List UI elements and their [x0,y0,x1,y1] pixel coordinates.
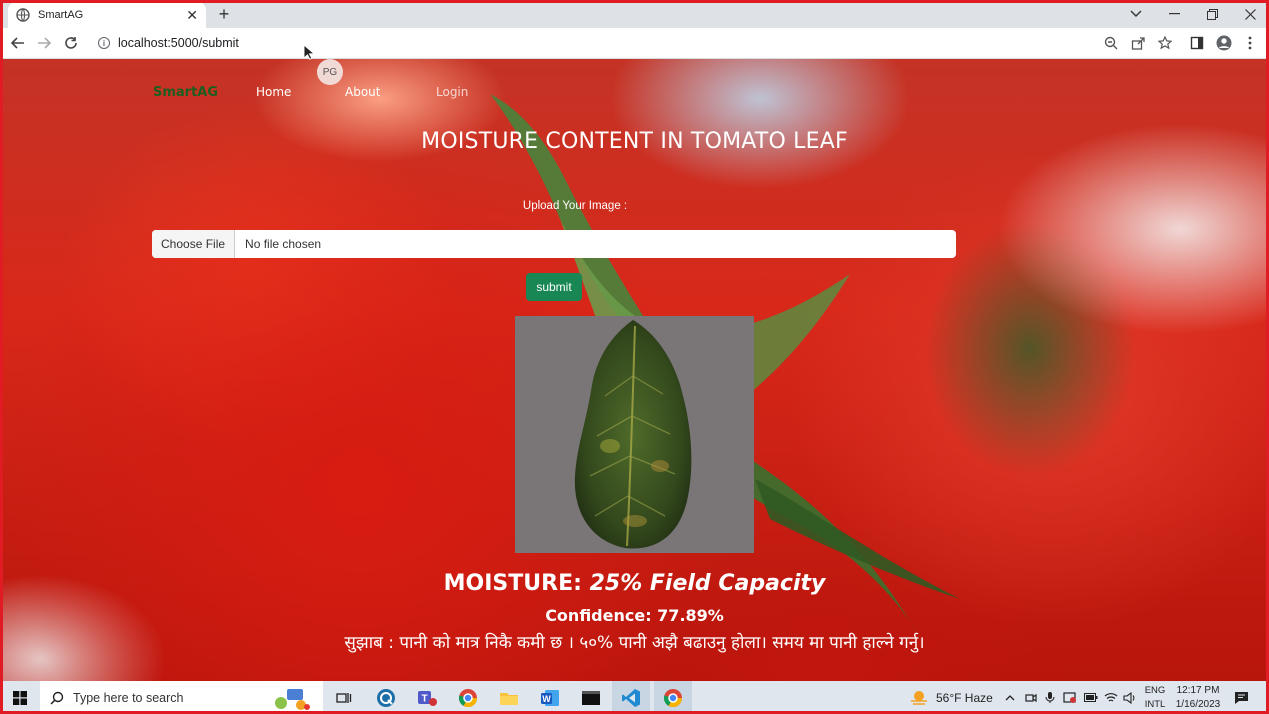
brand-logo[interactable]: SmartAG [153,85,218,100]
submit-button[interactable]: submit [526,273,582,301]
chrome-icon[interactable] [455,681,481,714]
file-input[interactable]: Choose File No file chosen [152,230,956,258]
volume-icon[interactable] [1123,681,1137,714]
nav-login[interactable]: Login [436,85,468,99]
upload-label: Upload Your Image : [522,200,628,212]
moisture-value: 25% Field Capacity [589,571,826,596]
forward-icon[interactable] [34,33,54,53]
svg-text:W: W [542,694,551,704]
lang-code: ENG [1144,685,1166,696]
browser-toolbar: i localhost:5000/submit [0,28,1269,59]
vscode-icon[interactable] [612,681,650,714]
address-bar[interactable]: i localhost:5000/submit [88,31,1098,55]
zoom-icon[interactable] [1102,34,1120,52]
close-window-button[interactable] [1231,0,1269,28]
svg-text:T: T [421,693,427,704]
show-hidden-icons-chevron-icon[interactable] [1005,681,1015,714]
windows-start-icon[interactable] [6,681,34,714]
teams-icon[interactable]: T [414,681,440,714]
weather-text: 56°F Haze [936,690,993,705]
menu-kebab-icon[interactable] [1241,34,1259,52]
clock[interactable]: 12:17 PM 1/16/2023 [1172,684,1224,712]
file-status: No file chosen [245,237,322,251]
new-tab-button[interactable]: + [214,4,234,24]
page-background: SmartAG Home About Login PG MOISTURE CON… [0,59,1269,681]
haze-sun-icon [911,690,927,705]
suggestion-text: सुझाब : पानी को मात्र निकै कमी छ । ५०% प… [344,633,925,653]
tab-title: SmartAG [38,9,84,21]
side-panel-icon[interactable] [1188,34,1206,52]
minimize-button[interactable] [1155,0,1193,28]
battery-icon[interactable] [1084,681,1098,714]
reload-icon[interactable] [61,33,81,53]
moisture-label: MOISTURE: [443,571,582,596]
confidence-text: Confidence: 77.89% [545,606,724,625]
nav-home[interactable]: Home [256,85,291,99]
chrome-active-icon[interactable] [654,681,692,714]
browser-tab[interactable]: SmartAG ✕ [8,2,206,28]
nav-about[interactable]: About [345,85,380,99]
tab-close-icon[interactable]: ✕ [186,7,198,24]
site-info-icon[interactable]: i [98,37,110,49]
file-explorer-icon[interactable] [496,681,522,714]
restore-button[interactable] [1193,0,1231,28]
microphone-icon[interactable] [1045,681,1055,714]
choose-file-button[interactable]: Choose File [152,230,236,258]
browser-q-icon[interactable] [373,681,399,714]
moisture-result: MOISTURE: 25% Field Capacity [0,571,1269,596]
globe-icon [16,8,30,22]
mouse-cursor-icon [303,44,315,60]
avatar[interactable]: PG [317,59,343,85]
site-navbar: SmartAG Home About Login [0,85,1269,105]
uploaded-leaf-image [515,316,754,553]
share-icon[interactable] [1129,34,1147,52]
lang-layout: INTL [1144,699,1166,710]
profile-icon[interactable] [1215,34,1233,52]
search-placeholder: Type here to search [73,690,184,705]
terminal-icon[interactable] [578,681,604,714]
task-view-icon[interactable] [332,681,356,714]
weather-widget[interactable]: 56°F Haze [910,681,993,714]
clock-time: 12:17 PM [1176,685,1220,696]
taskbar: Type here to search T W 56°F Haze ENG IN… [0,681,1269,714]
wifi-icon[interactable] [1104,681,1118,714]
input-language[interactable]: ENG INTL [1144,684,1166,712]
bookmark-star-icon[interactable] [1156,34,1174,52]
tab-strip: SmartAG ✕ + [0,0,1269,28]
app-tray-icon[interactable] [1063,681,1077,714]
search-icon [50,691,64,705]
word-icon[interactable]: W [537,681,563,714]
clock-date: 1/16/2023 [1175,699,1221,710]
url-text: localhost:5000/submit [118,36,239,50]
notifications-icon[interactable] [1234,681,1249,714]
taskbar-search-input[interactable]: Type here to search [40,681,323,714]
page-title: MOISTURE CONTENT IN TOMATO LEAF [421,129,848,154]
meet-now-icon[interactable] [1025,681,1037,714]
back-icon[interactable] [8,33,28,53]
tab-search-chevron-icon[interactable] [1117,0,1155,28]
search-highlight-icon [275,688,310,710]
